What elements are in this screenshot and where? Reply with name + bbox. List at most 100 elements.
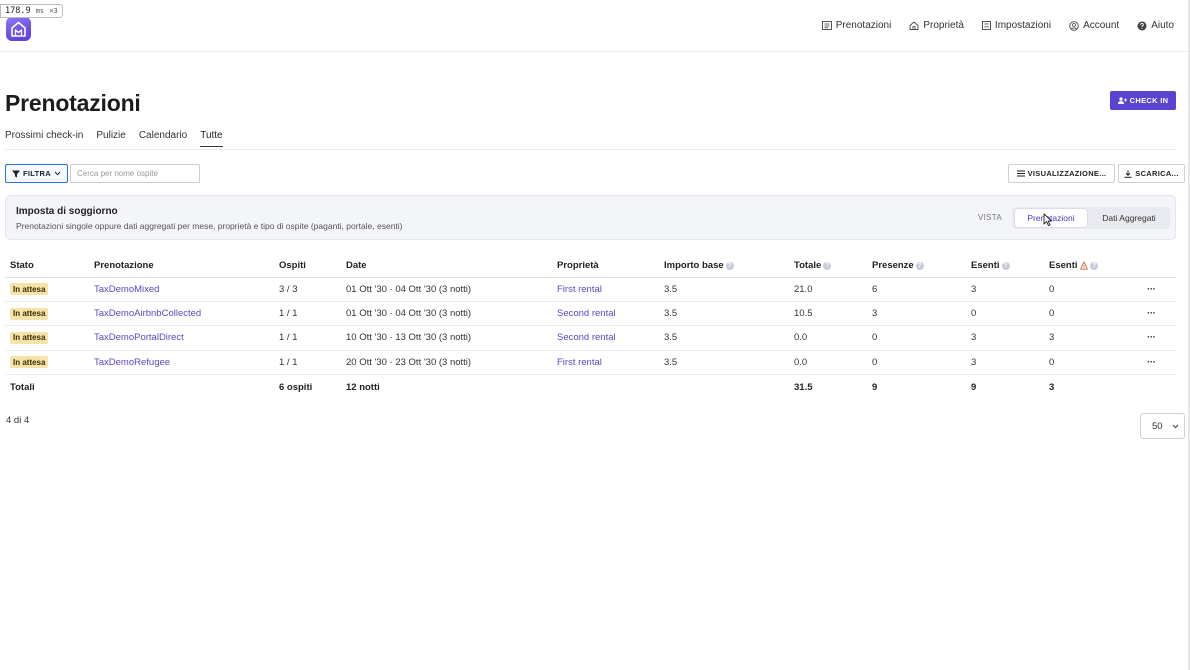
col-header-ospiti[interactable]: Ospiti (274, 255, 341, 278)
col-header-label: Importo base (664, 260, 724, 272)
nav-label: Prenotazioni (835, 20, 892, 31)
add-user-icon (1117, 97, 1127, 104)
booking-link[interactable]: TaxDemoRefugee (94, 357, 170, 368)
tab-tutte[interactable]: Tutte (200, 130, 223, 147)
help-circle-icon (1137, 21, 1147, 30)
exempt-refugee-cell: 0 (1044, 301, 1142, 327)
bookings-table: Stato Prenotazione Ospiti Date Proprietà… (5, 255, 1176, 399)
col-header-esenti-refugee[interactable]: Esenti ? (1044, 255, 1142, 278)
base-amount-cell: 3.5 (659, 301, 789, 327)
row-actions-cell: ··· (1142, 277, 1176, 302)
booking-link[interactable]: TaxDemoPortalDirect (94, 332, 184, 343)
dates-cell: 10 Ott '30 · 13 Ott '30 (3 notti) (341, 325, 552, 351)
property-cell: Second rental (552, 301, 659, 327)
row-actions-cell: ··· (1142, 325, 1176, 351)
table-row[interactable]: In attesa TaxDemoPortalDirect 1 / 1 10 Ott … (5, 325, 1176, 351)
status-cell: In attesa (5, 325, 89, 351)
view-options-button[interactable]: VISUALIZZAZIONE... (1008, 164, 1115, 183)
col-header-label: Totale (794, 260, 822, 272)
base-amount-cell: 3.5 (659, 325, 789, 351)
settings-list-icon (981, 21, 991, 30)
totals-presences: 9 (872, 381, 878, 393)
exempt-refugee-cell: 3 (1044, 325, 1142, 351)
tab-prossimi-check-in[interactable]: Prossimi check-in (5, 130, 83, 147)
check-in-button[interactable]: CHECK IN (1110, 91, 1176, 110)
nav-label: Impostazioni (994, 20, 1052, 31)
nav-proprieta[interactable]: Proprietà (909, 20, 964, 31)
property-link[interactable]: Second rental (557, 308, 616, 319)
booking-link[interactable]: TaxDemoAirbnbCollected (94, 308, 201, 319)
view-mode-label: VISTA (978, 213, 1003, 222)
app-logo[interactable] (6, 17, 31, 41)
help-icon[interactable]: ? (1090, 261, 1099, 270)
totals-nights: 12 notti (346, 381, 380, 393)
total-cell: 0.0 (789, 325, 867, 351)
totals-guests: 6 ospiti (279, 381, 313, 393)
table-row[interactable]: In attesa TaxDemoMixed 3 / 3 01 Ott '30 · 0… (5, 277, 1176, 302)
booking-link[interactable]: TaxDemoMixed (94, 284, 159, 295)
totals-empty (552, 375, 659, 399)
guests-cell: 1 / 1 (274, 350, 341, 376)
col-header-prenotazione[interactable]: Prenotazione (89, 255, 274, 278)
nav-prenotazioni[interactable]: Prenotazioni (821, 20, 892, 31)
col-header-esenti[interactable]: Esenti? (966, 255, 1044, 278)
perf-unit: ms (35, 7, 45, 15)
col-header-proprieta[interactable]: Proprietà (552, 255, 659, 278)
perf-badge: 178.9 ms ×3 (0, 4, 63, 18)
totals-empty (89, 375, 274, 399)
col-header-date[interactable]: Date (341, 255, 552, 278)
property-link[interactable]: Second rental (557, 332, 616, 343)
tax-panel-subtitle: Prenotazioni singole oppure dati aggrega… (16, 221, 403, 231)
nav-impostazioni[interactable]: Impostazioni (981, 20, 1052, 31)
top-navbar: Prenotazioni Proprietà Impostazioni Acco… (0, 0, 1188, 52)
help-icon[interactable]: ? (915, 261, 924, 270)
guest-search-input[interactable] (70, 164, 200, 183)
col-header-stato[interactable]: Stato (5, 255, 89, 278)
status-badge: In attesa (10, 283, 49, 296)
status-badge: In attesa (10, 307, 49, 320)
property-link[interactable]: First rental (557, 284, 602, 295)
dates-cell: 20 Ott '30 · 23 Ott '30 (3 notti) (341, 350, 552, 376)
tab-pulizie[interactable]: Pulizie (96, 130, 125, 147)
download-button[interactable]: SCARICA... (1118, 164, 1185, 183)
booking-cell: TaxDemoMixed (89, 277, 274, 302)
page-size-select[interactable]: 50 (1140, 413, 1185, 439)
property-link[interactable]: First rental (557, 357, 602, 368)
total-cell: 10.5 (789, 301, 867, 327)
presences-cell: 6 (867, 277, 966, 302)
more-actions-button[interactable]: ··· (1147, 357, 1156, 368)
nav-aiuto[interactable]: Aiuto (1137, 20, 1174, 31)
totals-exempt: 9 (971, 381, 977, 393)
table-row[interactable]: In attesa TaxDemoAirbnbCollected 1 / 1 01 O… (5, 301, 1176, 327)
row-actions-cell: ··· (1142, 350, 1176, 376)
property-cell: First rental (552, 277, 659, 302)
chevron-down-icon (54, 171, 61, 176)
guests-cell: 3 / 3 (274, 277, 341, 302)
presences-cell: 0 (867, 325, 966, 351)
total-cell: 0.0 (789, 350, 867, 376)
more-actions-button[interactable]: ··· (1147, 284, 1156, 295)
table-row[interactable]: In attesa TaxDemoRefugee 1 / 1 20 Ott '30 ·… (5, 350, 1176, 376)
main-nav: Prenotazioni Proprietà Impostazioni Acco… (821, 20, 1174, 31)
more-actions-button[interactable]: ··· (1147, 308, 1156, 319)
col-header-presenze[interactable]: Presenze? (867, 255, 966, 278)
tourist-tax-panel: Imposta di soggiorno Prenotazioni singol… (5, 195, 1176, 240)
view-mode-toggle: Prenotazioni Dati Aggregati (1012, 207, 1170, 229)
totals-empty (659, 375, 789, 399)
help-icon[interactable]: ? (1001, 261, 1010, 270)
col-header-totale[interactable]: Totale? (789, 255, 867, 278)
help-icon[interactable]: ? (725, 261, 734, 270)
status-badge: In attesa (10, 331, 49, 344)
col-header-importo-base[interactable]: Importo base? (659, 255, 789, 278)
nav-account[interactable]: Account (1069, 20, 1119, 31)
more-actions-button[interactable]: ··· (1147, 332, 1156, 343)
filter-button[interactable]: FILTRA (5, 164, 68, 183)
page-title: Prenotazioni (5, 90, 141, 116)
view-mode-dati-aggregati[interactable]: Dati Aggregati (1091, 209, 1167, 227)
tab-calendario[interactable]: Calendario (139, 130, 187, 147)
status-cell: In attesa (5, 301, 89, 327)
help-icon[interactable]: ? (823, 261, 832, 270)
tabs-divider (5, 149, 1175, 150)
property-cell: First rental (552, 350, 659, 376)
status-cell: In attesa (5, 277, 89, 302)
